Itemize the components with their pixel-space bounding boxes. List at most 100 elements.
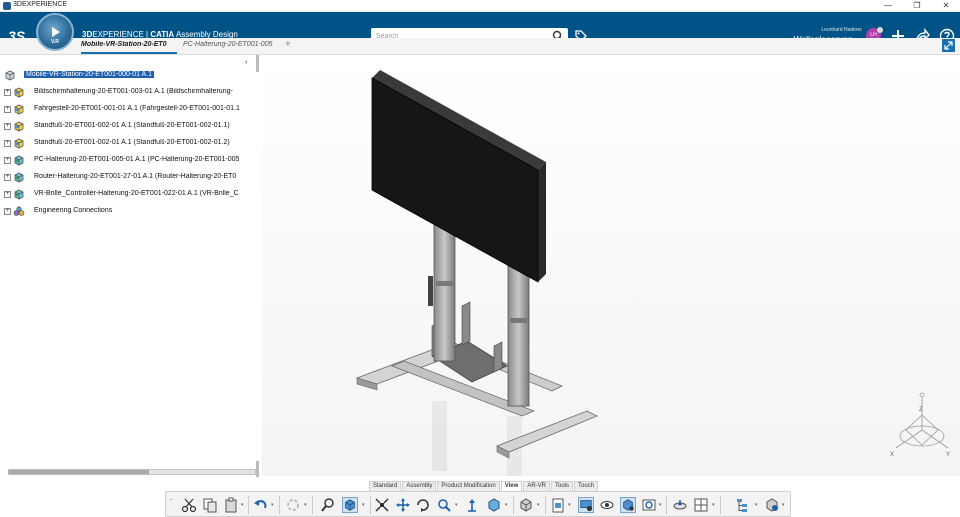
expand-icon[interactable]: + [4, 106, 11, 113]
separator [666, 496, 667, 514]
panel-splitter-bottom[interactable] [256, 461, 259, 477]
paste-icon[interactable] [223, 497, 239, 513]
axis-x-label: X [890, 452, 894, 458]
undo-icon[interactable] [253, 497, 269, 513]
collapse-tree-button[interactable]: ‹ [245, 57, 248, 66]
tree-dropdown-icon[interactable]: ▾ [755, 502, 758, 508]
zoom-icon[interactable] [320, 497, 336, 513]
tree-item-label: Router-Halterung-20-ET001-27-01 A.1 (Rou… [34, 173, 237, 180]
tree-item-label: Engineering Connections [34, 207, 113, 214]
tree-horizontal-scrollbar[interactable] [8, 469, 256, 475]
layout-dropdown-icon[interactable]: ▾ [712, 502, 715, 508]
compass-label: V.R [51, 39, 59, 45]
render-style-icon[interactable] [518, 497, 534, 513]
iso-view-icon[interactable] [486, 497, 502, 513]
clipboard-icon[interactable] [550, 497, 566, 513]
product-icon [14, 104, 24, 115]
root-product-icon [5, 70, 15, 81]
separator [720, 496, 721, 514]
update-dropdown-icon[interactable]: ▾ [304, 502, 307, 508]
capture-dropdown-icon[interactable]: ▾ [659, 502, 662, 508]
fit-all-in-icon[interactable] [374, 497, 390, 513]
minimize-button[interactable]: — [874, 0, 902, 12]
window-title: 3DEXPERIENCE [13, 1, 68, 8]
tab-assembly[interactable]: Assembly [402, 481, 437, 491]
expand-icon[interactable]: + [4, 140, 11, 147]
view-mode-dropdown-icon[interactable]: ▾ [362, 502, 365, 508]
tree-reordering-icon[interactable] [735, 497, 751, 513]
separator [513, 496, 514, 514]
separator [279, 496, 280, 514]
tree-item-label: Standfuß-20-ET001-002-01 A.1 (Standfuß-2… [34, 122, 230, 129]
tab-tools[interactable]: Tools [551, 481, 574, 491]
action-bar: ⌄ ▾ ▾ ▾ ▾ ▾ ▾ ▾ ▾ ▾ ▾ ▾ ▾ [165, 491, 791, 517]
normal-view-icon[interactable] [464, 497, 480, 513]
tree-root-label: Mobile-VR-Station-20-ET001-000-01 A.1 [24, 71, 155, 78]
paste-dropdown-icon[interactable]: ▾ [241, 502, 244, 508]
add-tab-button[interactable]: + [285, 39, 291, 50]
separator [248, 496, 249, 514]
update-icon[interactable] [285, 497, 301, 513]
expand-icon[interactable]: + [4, 191, 11, 198]
tab-standard[interactable]: Standard [369, 481, 402, 491]
product-icon [14, 138, 24, 149]
cut-icon[interactable] [181, 497, 197, 513]
product-structure-icon[interactable] [764, 497, 780, 513]
hide-show-icon[interactable] [599, 497, 615, 513]
compass-widget[interactable]: V.R [36, 13, 74, 51]
tree-item-label: Fahrgestell-20-ET001-001-01 A.1 (Fahrges… [34, 105, 240, 112]
3d-viewport[interactable] [262, 56, 960, 476]
pan-icon[interactable] [395, 497, 411, 513]
restore-button[interactable]: ❐ [903, 0, 931, 12]
expand-icon[interactable]: + [4, 174, 11, 181]
tree-item-label: Bildschirmhalterung-20-ET001-003-01 A.1 … [34, 88, 233, 95]
tab-product-modification[interactable]: Product Modification [437, 481, 500, 491]
window-title-bar: 3DEXPERIENCE — ❐ ✕ [0, 0, 960, 12]
action-bar-tabs: Standard Assembly Product Modification V… [369, 481, 599, 491]
product-icon [14, 87, 24, 98]
product-structure-dropdown-icon[interactable]: ▾ [782, 502, 785, 508]
axis-z-label: Z [919, 407, 923, 413]
view-compass[interactable]: Z X Y [886, 390, 958, 462]
tab-pc-halterung[interactable]: PC-Halterung-20-ET001-005 [183, 41, 279, 48]
layout-icon[interactable] [693, 497, 709, 513]
document-tab-bar: Mobile-VR-Station-20-ET0 PC-Halterung-20… [0, 38, 960, 55]
app-icon [3, 2, 11, 10]
swap-visible-space-icon[interactable] [620, 497, 636, 513]
render-style-dropdown-icon[interactable]: ▾ [537, 502, 540, 508]
specification-tree: Mobile-VR-Station-20-ET001-000-01 A.1 + … [0, 66, 258, 226]
tree-item-label: PC-Halterung-20-ET001-005-01 A.1 (PC-Hal… [34, 156, 240, 163]
fit-all-icon[interactable] [942, 39, 955, 52]
expand-icon[interactable]: + [4, 157, 11, 164]
zoom-dropdown-icon[interactable]: ▾ [455, 502, 458, 508]
expand-icon[interactable]: + [4, 89, 11, 96]
ambiance-icon[interactable] [578, 497, 594, 513]
capture-icon[interactable] [641, 497, 657, 513]
undo-dropdown-icon[interactable]: ▾ [271, 502, 274, 508]
clipboard-dropdown-icon[interactable]: ▾ [568, 502, 571, 508]
separator [370, 496, 371, 514]
view-mode-icon[interactable] [342, 497, 358, 513]
separator [312, 496, 313, 514]
product-icon [14, 189, 24, 200]
tab-mobile-vr-station[interactable]: Mobile-VR-Station-20-ET0 [81, 41, 177, 54]
tab-view[interactable]: View [500, 481, 523, 491]
copy-icon[interactable] [202, 497, 218, 513]
tree-item-label: VR-Brille_Controller-Halterung-20-ET001-… [34, 190, 239, 197]
iso-view-dropdown-icon[interactable]: ▾ [505, 502, 508, 508]
close-button[interactable]: ✕ [932, 0, 960, 12]
separator [545, 496, 546, 514]
product-icon [14, 121, 24, 132]
viewport-background [262, 56, 960, 476]
zoom-in-out-icon[interactable] [436, 497, 452, 513]
action-bar-expand-icon[interactable]: ⌄ [169, 496, 173, 502]
tree-item-label: Standfuß-20-ET001-002-01 A.1 (Standfuß-2… [34, 139, 230, 146]
connections-icon [13, 206, 25, 216]
compass-tool-icon[interactable] [672, 497, 688, 513]
scrollbar-thumb[interactable] [9, 470, 149, 474]
rotate-icon[interactable] [415, 497, 431, 513]
expand-icon[interactable]: + [4, 208, 11, 215]
tab-ar-vr[interactable]: AR-VR [523, 481, 550, 491]
tab-touch[interactable]: Touch [574, 481, 599, 491]
expand-icon[interactable]: + [4, 123, 11, 130]
